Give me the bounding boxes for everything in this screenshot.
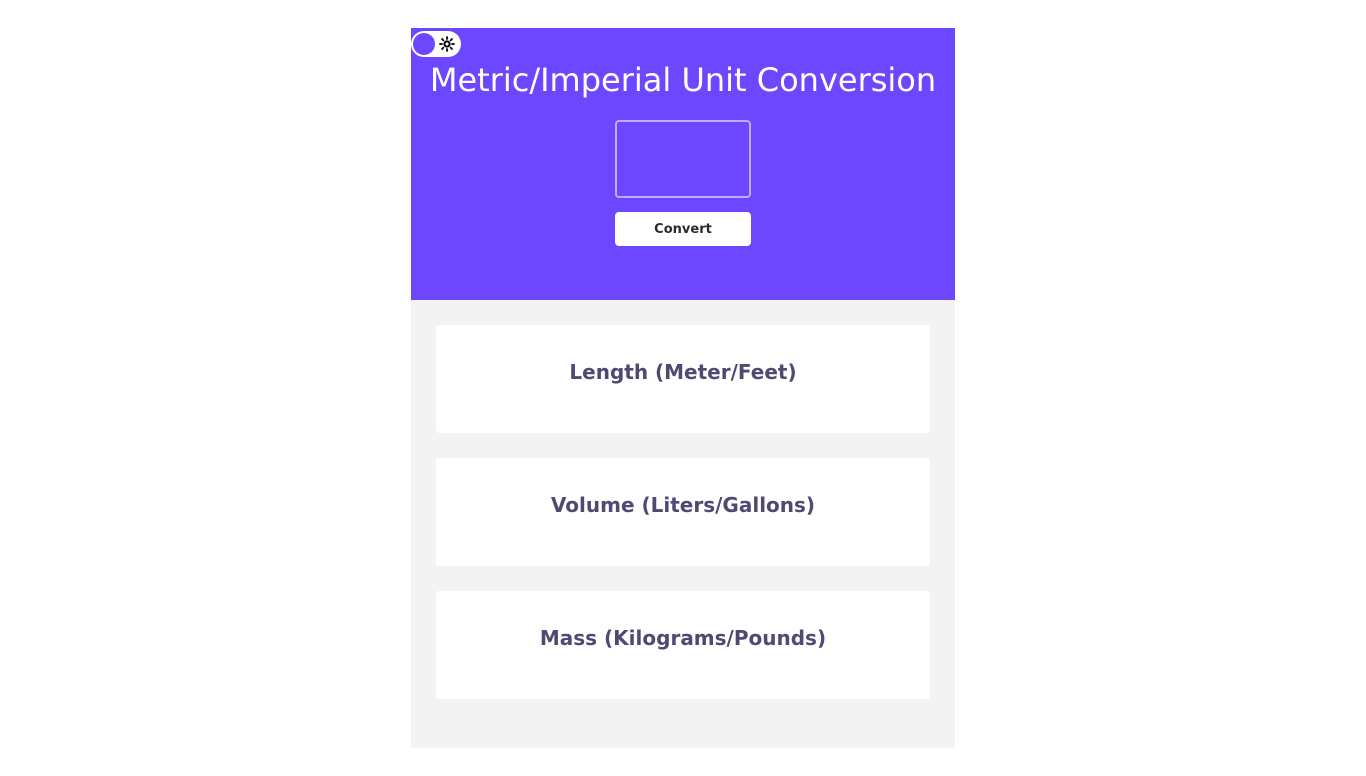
header-panel: Metric/Imperial Unit Conversion Convert xyxy=(411,28,955,300)
convert-button[interactable]: Convert xyxy=(615,212,751,246)
theme-toggle[interactable] xyxy=(411,31,461,57)
card-title: Length (Meter/Feet) xyxy=(569,360,797,384)
card-title: Mass (Kilograms/Pounds) xyxy=(539,626,827,650)
volume-card: Volume (Liters/Gallons) xyxy=(436,458,930,566)
card-title: Volume (Liters/Gallons) xyxy=(550,493,816,517)
length-card: Length (Meter/Feet) xyxy=(436,325,930,433)
sun-icon xyxy=(439,36,455,52)
toggle-knob xyxy=(413,33,435,55)
mass-card: Mass (Kilograms/Pounds) xyxy=(436,591,930,699)
page-title: Metric/Imperial Unit Conversion xyxy=(429,61,937,99)
converter-app: Metric/Imperial Unit Conversion Convert … xyxy=(411,28,955,748)
value-input[interactable] xyxy=(615,120,751,198)
